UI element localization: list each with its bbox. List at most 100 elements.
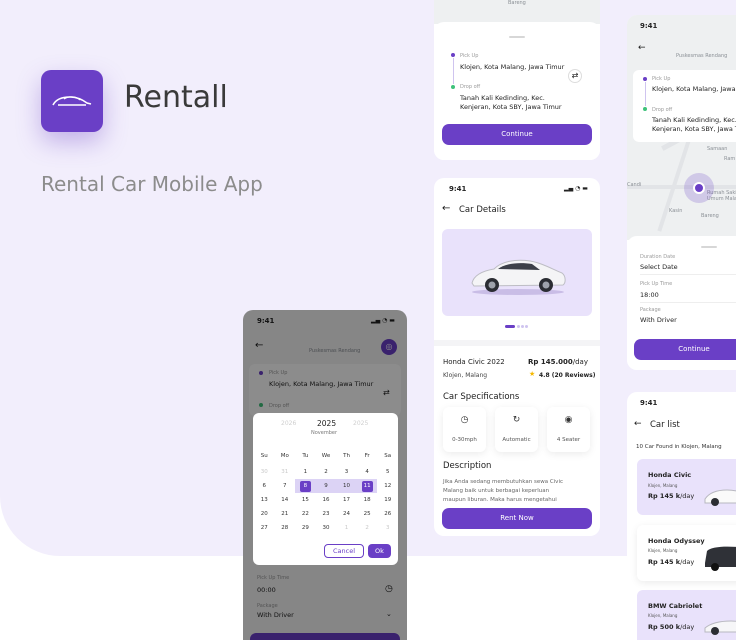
calendar-day[interactable]: 16 (316, 493, 337, 507)
year-current[interactable]: 2025 (317, 419, 336, 428)
canvas: Rentall Rental Car Mobile App Bareng Pic… (0, 0, 736, 640)
car-image-icon (471, 259, 566, 295)
calendar-day[interactable]: 19 (377, 493, 398, 507)
calendar-day-number: 3 (385, 525, 390, 531)
year-prev[interactable]: 2026 (281, 420, 296, 427)
car-image-card (442, 229, 592, 316)
status-time: 9:41 (640, 399, 658, 407)
calendar-day[interactable]: 9 (315, 479, 337, 493)
calendar-day-number: 19 (384, 497, 392, 503)
results-count: 10 Car Found in Klojen, Malang (636, 444, 722, 450)
calendar-day[interactable]: 1 (295, 465, 316, 479)
car-card-price: Rp 145 k/day (648, 558, 694, 566)
calendar-day-number: 8 (299, 480, 311, 492)
dropoff-value: Tanah Kali Kedinding, Kec. (652, 116, 736, 124)
back-icon[interactable]: ← (442, 203, 450, 214)
package-value[interactable]: With Driver (640, 316, 677, 324)
calendar-day[interactable]: 1 (336, 521, 357, 535)
calendar-day-number: 23 (322, 511, 330, 517)
car-card-honda-civic[interactable]: Honda Civic Klojen, Malang Rp 145 k/day (637, 459, 736, 515)
calendar-day[interactable]: 22 (295, 507, 316, 521)
calendar-day[interactable]: 13 (254, 493, 275, 507)
weekday-label: Tu (302, 453, 309, 459)
calendar-day[interactable]: 15 (295, 493, 316, 507)
calendar-day[interactable]: 3 (336, 465, 357, 479)
calendar-day-number: 29 (301, 525, 309, 531)
back-icon[interactable]: ← (634, 419, 642, 429)
calendar-week-row: 20 21 22 23 24 25 26 (254, 507, 398, 521)
brand-name: Rentall (124, 80, 228, 115)
calendar-day[interactable]: 11 (356, 479, 378, 493)
spec-transmission: ↻ Automatic (495, 407, 538, 452)
calendar-day[interactable]: 30 (254, 465, 275, 479)
calendar-day[interactable]: 30 (316, 521, 337, 535)
calendar-day-number: 27 (260, 525, 268, 531)
route-line (644, 82, 646, 106)
calendar-day[interactable]: 10 (336, 479, 357, 493)
calendar-day-number: 4 (365, 469, 369, 475)
calendar-day[interactable]: 4 (357, 465, 378, 479)
continue-button[interactable]: Continue (634, 339, 736, 360)
calendar-day-number: 14 (281, 497, 289, 503)
calendar-day[interactable]: 24 (336, 507, 357, 521)
calendar-day[interactable]: 5 (377, 465, 398, 479)
continue-button[interactable]: Continue (442, 124, 592, 145)
car-card-price-value: Rp 145 k (648, 492, 681, 500)
carousel-dots[interactable] (505, 325, 529, 328)
price-unit: /day (572, 358, 588, 366)
duration-value[interactable]: Select Date (640, 263, 678, 271)
calendar-day[interactable]: 6 (254, 479, 275, 493)
car-card-location: Klojen, Malang (648, 613, 678, 618)
description-title: Description (443, 461, 492, 471)
swap-icon[interactable]: ⇄ (568, 69, 582, 83)
calendar-day-number: 18 (363, 497, 371, 503)
calendar-day[interactable]: 8 (295, 479, 316, 493)
transmission-icon: ↻ (512, 415, 521, 425)
car-card-price-value: Rp 500 k (648, 623, 681, 631)
calendar-day-number: 6 (262, 483, 267, 489)
calendar-day-number: 5 (385, 469, 390, 475)
calendar-day[interactable]: 28 (275, 521, 296, 535)
calendar-day[interactable]: 26 (377, 507, 398, 521)
calendar-day-number: 1 (344, 525, 349, 531)
location-card: Pick Up Klojen, Kota Malang, Jawa Drop o… (633, 70, 736, 142)
car-card-location: Klojen, Malang (648, 483, 678, 488)
calendar-day[interactable]: 18 (357, 493, 378, 507)
calendar-week-row: 30 31 1 2 3 4 5 (254, 465, 398, 479)
car-card-bmw-cabriolet[interactable]: BMW Cabriolet Klojen, Malang Rp 500 k/da… (637, 590, 736, 640)
rent-now-button[interactable]: Rent Now (442, 508, 592, 529)
calendar-day[interactable]: 12 (377, 479, 398, 493)
calendar-day[interactable]: 27 (254, 521, 275, 535)
status-time: 9:41 (640, 22, 658, 30)
calendar-day[interactable]: 2 (316, 465, 337, 479)
calendar-day[interactable]: 25 (357, 507, 378, 521)
status-time: 9:41 (449, 185, 467, 193)
car-card-honda-odyssey[interactable]: Honda Odyssey Klojen, Malang Rp 145 k/da… (637, 525, 736, 581)
weekday-label: Su (260, 453, 268, 459)
calendar-day[interactable]: 31 (275, 465, 296, 479)
cancel-button[interactable]: Cancel (324, 544, 364, 558)
weekday-label: We (321, 453, 331, 459)
spec-speed: ◷ 0-30mph (443, 407, 486, 452)
calendar-day[interactable]: 21 (275, 507, 296, 521)
calendar-day[interactable]: 20 (254, 507, 275, 521)
dropoff-label: Drop off (460, 84, 481, 90)
calendar-day-number: 30 (260, 469, 268, 475)
calendar-day[interactable]: 3 (377, 521, 398, 535)
calendar-day[interactable]: 14 (275, 493, 296, 507)
calendar-day[interactable]: 2 (357, 521, 378, 535)
back-icon[interactable]: ← (638, 43, 646, 53)
calendar-day[interactable]: 29 (295, 521, 316, 535)
calendar-day[interactable]: 23 (316, 507, 337, 521)
calendar-day-number: 2 (365, 525, 369, 531)
year-next[interactable]: 2025 (353, 420, 368, 427)
ok-button[interactable]: Ok (368, 544, 391, 558)
calendar-day[interactable]: 7 (275, 479, 296, 493)
app-logo (41, 70, 103, 132)
pickup-time-value[interactable]: 18:00 (640, 291, 659, 299)
calendar-day[interactable]: 17 (336, 493, 357, 507)
calendar-day-number: 21 (281, 511, 289, 517)
weekday-label: Mo (280, 453, 289, 459)
price-value: Rp 145.000 (528, 358, 573, 366)
pickup-dot-icon (451, 53, 455, 57)
